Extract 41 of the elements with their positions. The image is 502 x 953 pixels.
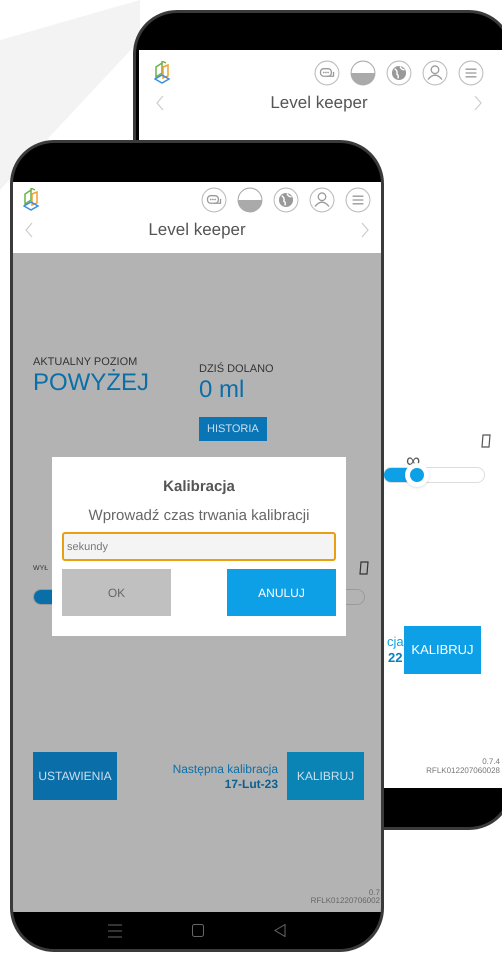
menu-icon[interactable] — [108, 924, 122, 938]
next-calibration-label: cja — [387, 635, 404, 648]
settings-button[interactable]: USTAWIENIA — [33, 752, 117, 800]
screen-title: Level keeper — [148, 219, 246, 241]
chat-icon[interactable] — [314, 60, 340, 86]
history-button[interactable]: HISTORIA — [199, 417, 267, 441]
menu-icon[interactable] — [458, 60, 484, 86]
next-calibration-date: 17-Lut-23 — [224, 778, 278, 790]
seconds-input[interactable]: sekundy — [62, 532, 336, 561]
chevron-left-icon[interactable] — [156, 94, 164, 111]
calibrate-button[interactable]: KALIBRUJ — [287, 752, 364, 800]
chat-icon[interactable] — [201, 187, 227, 213]
chevron-left-icon[interactable] — [25, 222, 33, 238]
home-icon[interactable] — [192, 924, 204, 937]
current-level-value: POWYŻEJ — [33, 371, 150, 395]
back-icon[interactable] — [274, 924, 286, 937]
user-icon[interactable] — [422, 60, 448, 86]
chevron-right-icon[interactable] — [474, 94, 482, 111]
dialog-title: Kalibracja — [163, 479, 235, 494]
user-icon[interactable] — [309, 187, 335, 213]
globe-icon[interactable] — [386, 60, 412, 86]
serial-number: RFLK01220706002 — [310, 897, 380, 905]
version-label: 0.7 — [368, 889, 380, 897]
today-added-value: 0 ml — [199, 378, 244, 402]
version-label: 0.7.4 — [482, 758, 500, 766]
phone-outline-icon — [481, 434, 491, 448]
next-calibration-date: 22 — [388, 651, 402, 664]
calibrate-button[interactable]: KALIBRUJ — [404, 626, 481, 674]
today-added-label: DZIŚ DOLANO — [199, 364, 274, 375]
menu-icon[interactable] — [345, 187, 371, 213]
globe-icon[interactable] — [273, 187, 299, 213]
half-filled-circle-icon[interactable] — [237, 187, 263, 213]
screen-title: Level keeper — [270, 92, 368, 114]
phone-outline-icon — [359, 561, 369, 575]
current-level-label: AKTUALNY POZIOM — [33, 357, 138, 368]
dialog-message: Wprowadź czas trwania kalibracji — [88, 508, 310, 523]
serial-number: RFLK012207060028 — [426, 767, 500, 775]
next-calibration-label: Następna kalibracja — [172, 762, 278, 774]
dialog-button[interactable]: ANULUJ — [227, 569, 336, 616]
chevron-right-icon[interactable] — [361, 222, 369, 238]
half-filled-circle-icon[interactable] — [350, 60, 376, 86]
